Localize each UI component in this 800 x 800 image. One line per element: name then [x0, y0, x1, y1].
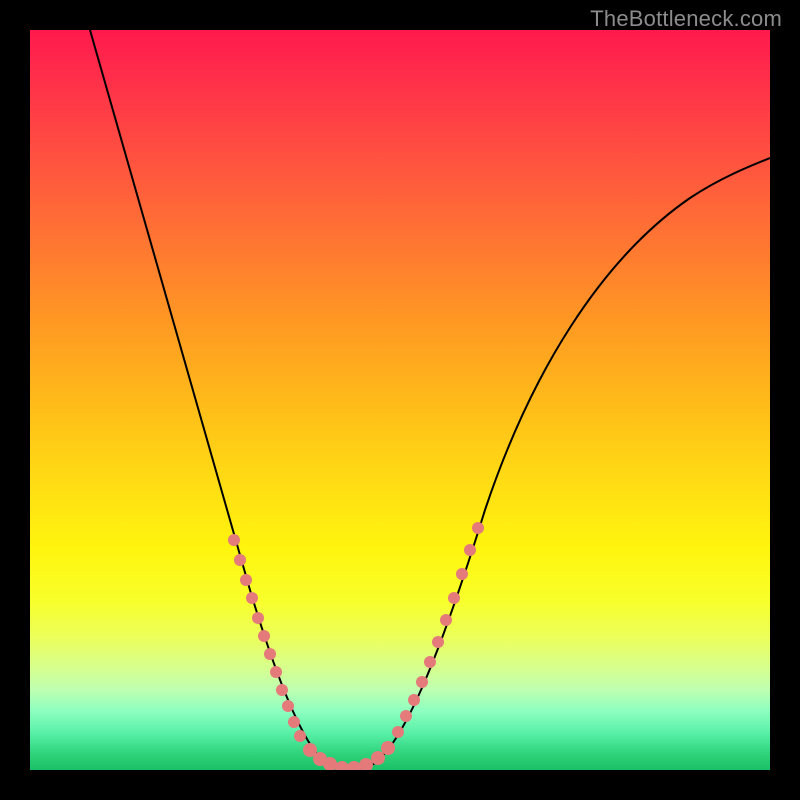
highlight-dot	[472, 522, 484, 534]
highlight-dot	[371, 751, 385, 765]
highlight-dot	[448, 592, 460, 604]
highlight-dot	[359, 758, 373, 770]
highlight-dot	[282, 700, 294, 712]
highlight-dot	[392, 726, 404, 738]
marker-group-bottom	[303, 741, 395, 770]
highlight-dot	[294, 730, 306, 742]
highlight-dot	[464, 544, 476, 556]
highlight-dot	[234, 554, 246, 566]
highlight-dot	[276, 684, 288, 696]
highlight-dot	[264, 648, 276, 660]
highlight-dot	[258, 630, 270, 642]
plot-area	[30, 30, 770, 770]
highlight-dot	[228, 534, 240, 546]
highlight-dot	[335, 761, 349, 770]
highlight-dot	[424, 656, 436, 668]
highlight-dot	[270, 666, 282, 678]
highlight-dot	[288, 716, 300, 728]
marker-group-left	[228, 534, 306, 742]
highlight-dot	[246, 592, 258, 604]
watermark-text: TheBottleneck.com	[590, 6, 782, 32]
highlight-dot	[347, 761, 361, 770]
highlight-dot	[456, 568, 468, 580]
highlight-dot	[408, 694, 420, 706]
marker-group-right	[392, 522, 484, 738]
chart-frame: TheBottleneck.com	[0, 0, 800, 800]
highlight-dot	[252, 612, 264, 624]
highlight-dot	[400, 710, 412, 722]
highlight-dot	[432, 636, 444, 648]
highlight-dot	[440, 614, 452, 626]
highlight-dot	[240, 574, 252, 586]
curve-svg	[30, 30, 770, 770]
highlight-dot	[381, 741, 395, 755]
highlight-dot	[416, 676, 428, 688]
